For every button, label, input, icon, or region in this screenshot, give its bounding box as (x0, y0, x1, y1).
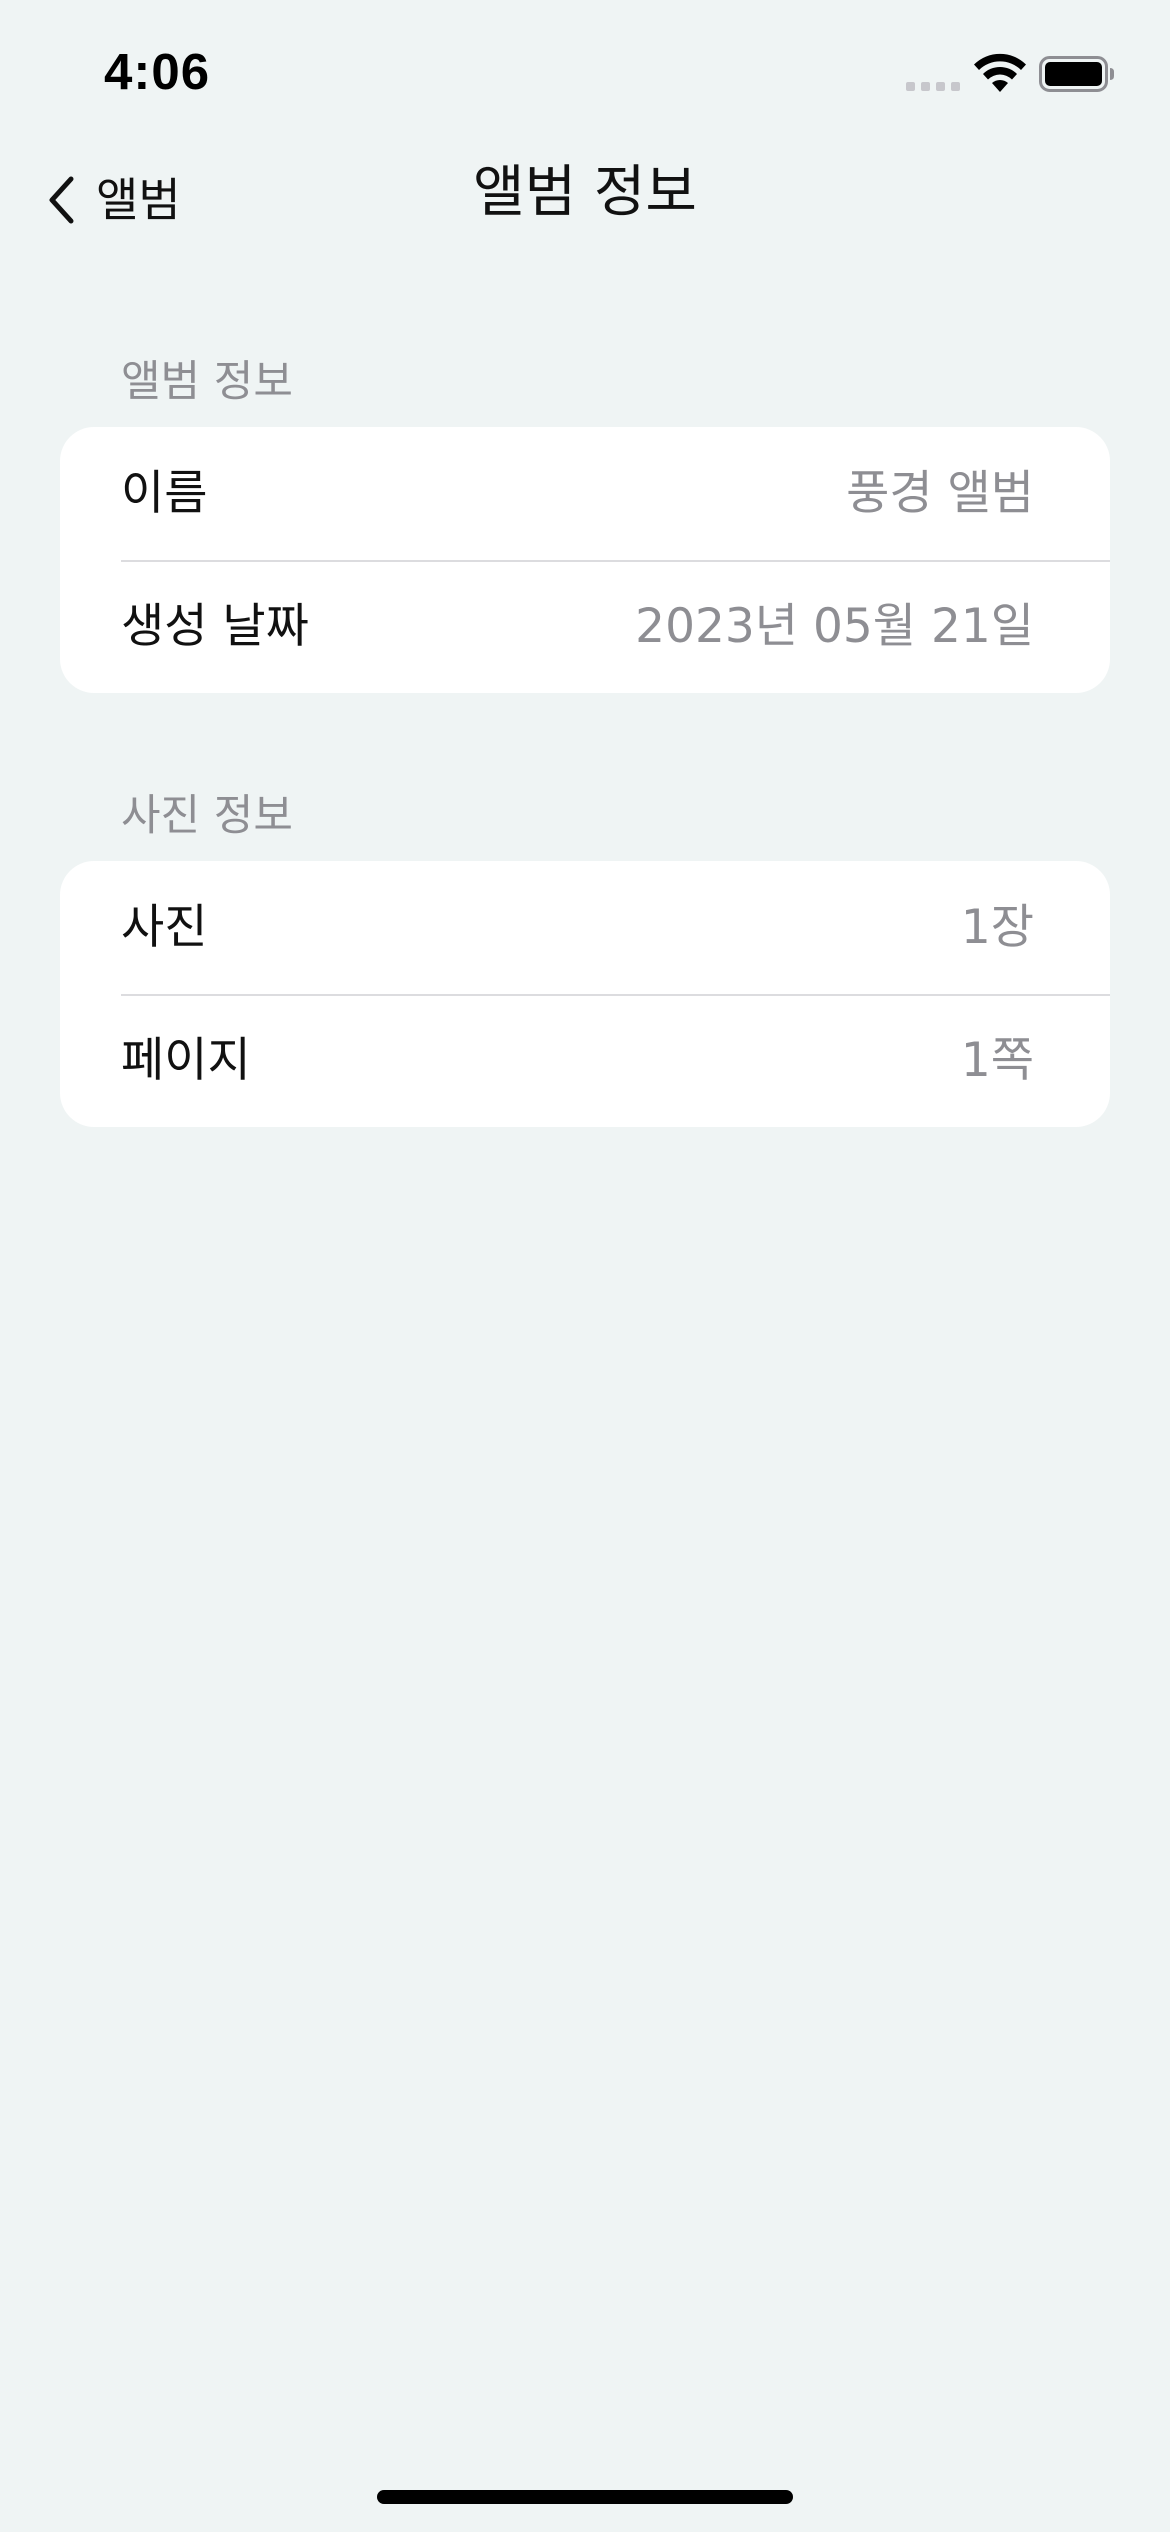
row-label: 이름 (121, 465, 208, 521)
row-label: 페이지 (121, 1032, 251, 1088)
row-value: 2023년 05월 21일 (635, 598, 1034, 654)
battery-icon (1039, 56, 1114, 92)
album-info-card: 이름 풍경 앨범 생성 날짜 2023년 05월 21일 (60, 427, 1110, 693)
section-header-photo-info: 사진 정보 (121, 791, 293, 841)
row-value: 1쪽 (960, 1032, 1034, 1088)
row-value: 풍경 앨범 (846, 465, 1034, 521)
list-item-created-date: 생성 날짜 2023년 05월 21일 (60, 560, 1110, 693)
photo-info-card: 사진 1장 페이지 1쪽 (60, 861, 1110, 1127)
row-label: 사진 (121, 899, 208, 955)
list-item-page-count: 페이지 1쪽 (60, 994, 1110, 1127)
cellular-signal-icon (906, 82, 960, 91)
page-title: 앨범 정보 (473, 160, 697, 225)
status-time: 4:06 (104, 43, 211, 100)
list-item-album-name: 이름 풍경 앨범 (60, 427, 1110, 560)
section-header-album-info: 앨범 정보 (121, 357, 293, 407)
home-indicator[interactable] (377, 2490, 793, 2504)
list-item-photo-count: 사진 1장 (60, 861, 1110, 994)
row-value: 1장 (960, 899, 1034, 955)
row-label: 생성 날짜 (121, 598, 309, 654)
wifi-icon (974, 53, 1026, 92)
